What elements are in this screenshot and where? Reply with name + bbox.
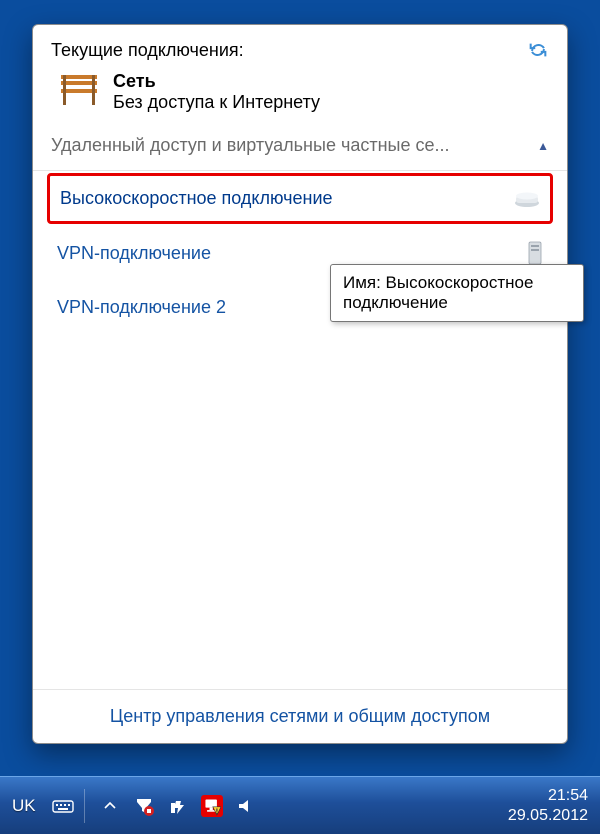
clock-time: 21:54 [508,786,588,805]
server-icon [527,240,543,266]
collapse-caret-icon: ▲ [537,139,549,153]
action-center-icon[interactable] [133,795,155,817]
tooltip-line-1: Имя: Высокоскоростное [343,273,571,293]
network-sharing-center-link[interactable]: Центр управления сетями и общим доступом [33,689,567,743]
taskbar-divider [84,789,85,823]
section-title: Удаленный доступ и виртуальные частные с… [51,135,450,156]
taskbar-clock[interactable]: 21:54 29.05.2012 [508,786,588,824]
network-connections-popup: Текущие подключения: Сеть [32,24,568,744]
refresh-icon[interactable] [527,39,549,61]
current-network-row: Сеть Без доступа к Интернету [51,71,549,113]
keyboard-icon[interactable] [52,795,74,817]
section-header-remote-vpn[interactable]: Удаленный доступ и виртуальные частные с… [33,121,567,171]
network-status: Без доступа к Интернету [113,92,320,113]
network-name: Сеть [113,71,320,92]
connections-list: Высокоскоростное подключение VPN-подключ… [33,171,567,689]
connection-name-tooltip: Имя: Высокоскоростное подключение [330,264,584,322]
connection-item-broadband[interactable]: Высокоскоростное подключение [47,173,553,224]
power-icon[interactable] [167,795,189,817]
connection-label: Высокоскоростное подключение [60,188,333,209]
system-tray [99,795,257,817]
language-indicator[interactable]: UK [12,796,36,816]
park-bench-icon [57,71,101,107]
popup-title: Текущие подключения: [51,40,244,61]
volume-icon[interactable] [235,795,257,817]
modem-icon [514,190,540,208]
connection-label: VPN-подключение 2 [57,297,226,318]
popup-header: Текущие подключения: Сеть [33,25,567,121]
connection-label: VPN-подключение [57,243,211,264]
network-tray-icon[interactable] [201,795,223,817]
taskbar: UK [0,776,600,834]
tray-arrow-icon[interactable] [99,795,121,817]
clock-date: 29.05.2012 [508,806,588,825]
tooltip-line-2: подключение [343,293,571,313]
